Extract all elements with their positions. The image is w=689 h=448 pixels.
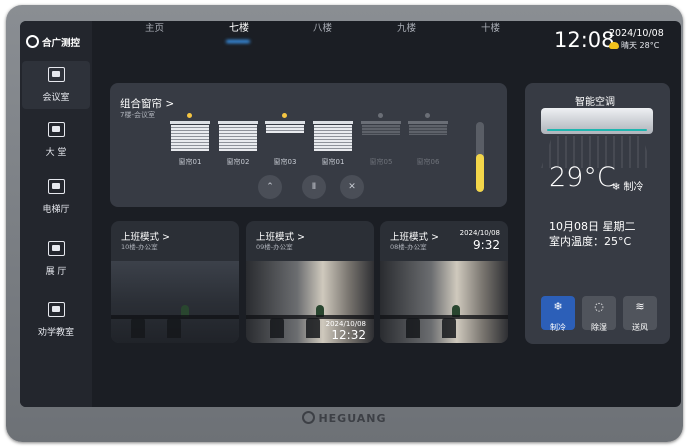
device-brand-logo: HEGUANG [0,411,689,425]
curtain-pause-button[interactable]: Ⅱ [302,175,326,199]
tab-10f[interactable]: 十楼 [481,20,500,34]
cool-mode-button[interactable]: ❄ 制冷 [541,296,575,332]
lobby-icon [47,122,65,137]
dehumidify-mode-button[interactable]: ◌ 除湿 [582,296,616,332]
water-drop-icon: ◌ [594,300,604,313]
heguang-logo-icon [302,411,316,424]
wind-icon: ≋ [635,300,645,313]
meeting-room-icon [47,67,65,82]
open-icon: ⌃ [266,182,274,192]
close-icon: ✕ [348,182,356,192]
aircon-current-mode: ❄ 制冷 [612,182,644,193]
aircon-temperature: 29°C [549,162,616,193]
office-photo [380,261,508,343]
sidebar-item-exhibition-hall[interactable]: 展 厅 [22,235,90,283]
slider-fill [476,153,484,192]
curtain-panel-subtitle: 7楼-会议室 [120,111,155,119]
mode-card[interactable]: 上班模式 > 10楼-办公室 [111,221,239,343]
status-dot [425,113,430,118]
classroom-icon [47,302,65,317]
sidebar-item-elevator-hall[interactable]: 电梯厅 [22,173,90,221]
aircon-date: 10月08日 星期二 [549,220,636,233]
elevator-hall-icon [47,179,65,194]
curtain-level-slider[interactable] [476,122,484,192]
office-photo [111,261,239,343]
aircon-unit-icon [541,108,653,134]
aircon-title[interactable]: 智能空调 [575,93,615,108]
sidebar-item-meeting-room[interactable]: 会议室 [22,61,90,109]
status-dot [378,113,383,118]
status-dot [187,113,192,118]
status-dot [282,113,287,118]
clock-time: 12:08 [554,28,615,52]
tab-9f[interactable]: 九楼 [397,20,416,34]
partly-sunny-icon [609,42,619,49]
snowflake-icon: ❄ [553,300,563,313]
mode-card[interactable]: 上班模式 > 08楼-办公室 2024/10/08 9:32 [380,221,508,343]
curtain-close-button[interactable]: ✕ [340,175,364,199]
app-brand: 合广测控 [26,35,80,49]
sidebar-item-lobby[interactable]: 大 堂 [22,116,90,164]
header-date: 2024/10/08 [609,28,664,39]
sidebar-item-classroom[interactable]: 劝学教室 [22,296,90,344]
indoor-temperature: 室内温度：25°C [549,235,632,248]
tab-7f[interactable]: 七楼 [229,19,249,34]
tab-8f[interactable]: 八楼 [313,20,332,34]
tab-home[interactable]: 主页 [145,20,164,34]
curtain-panel-title[interactable]: 组合窗帘 > [120,96,174,111]
active-tab-indicator [226,40,250,43]
sidebar: 合广测控 会议室 大 堂 电梯厅 展 厅 劝学教室 [20,21,92,407]
curtain-open-button[interactable]: ⌃ [258,175,282,199]
pause-icon: Ⅱ [311,182,317,192]
weather-status: 晴天 28°C [609,40,659,51]
fan-mode-button[interactable]: ≋ 送风 [623,296,657,332]
brand-logo-icon [26,35,39,48]
mode-card[interactable]: 上班模式 > 09楼-办公室 2024/10/08 12:32 [246,221,374,343]
exhibition-hall-icon [47,241,65,256]
